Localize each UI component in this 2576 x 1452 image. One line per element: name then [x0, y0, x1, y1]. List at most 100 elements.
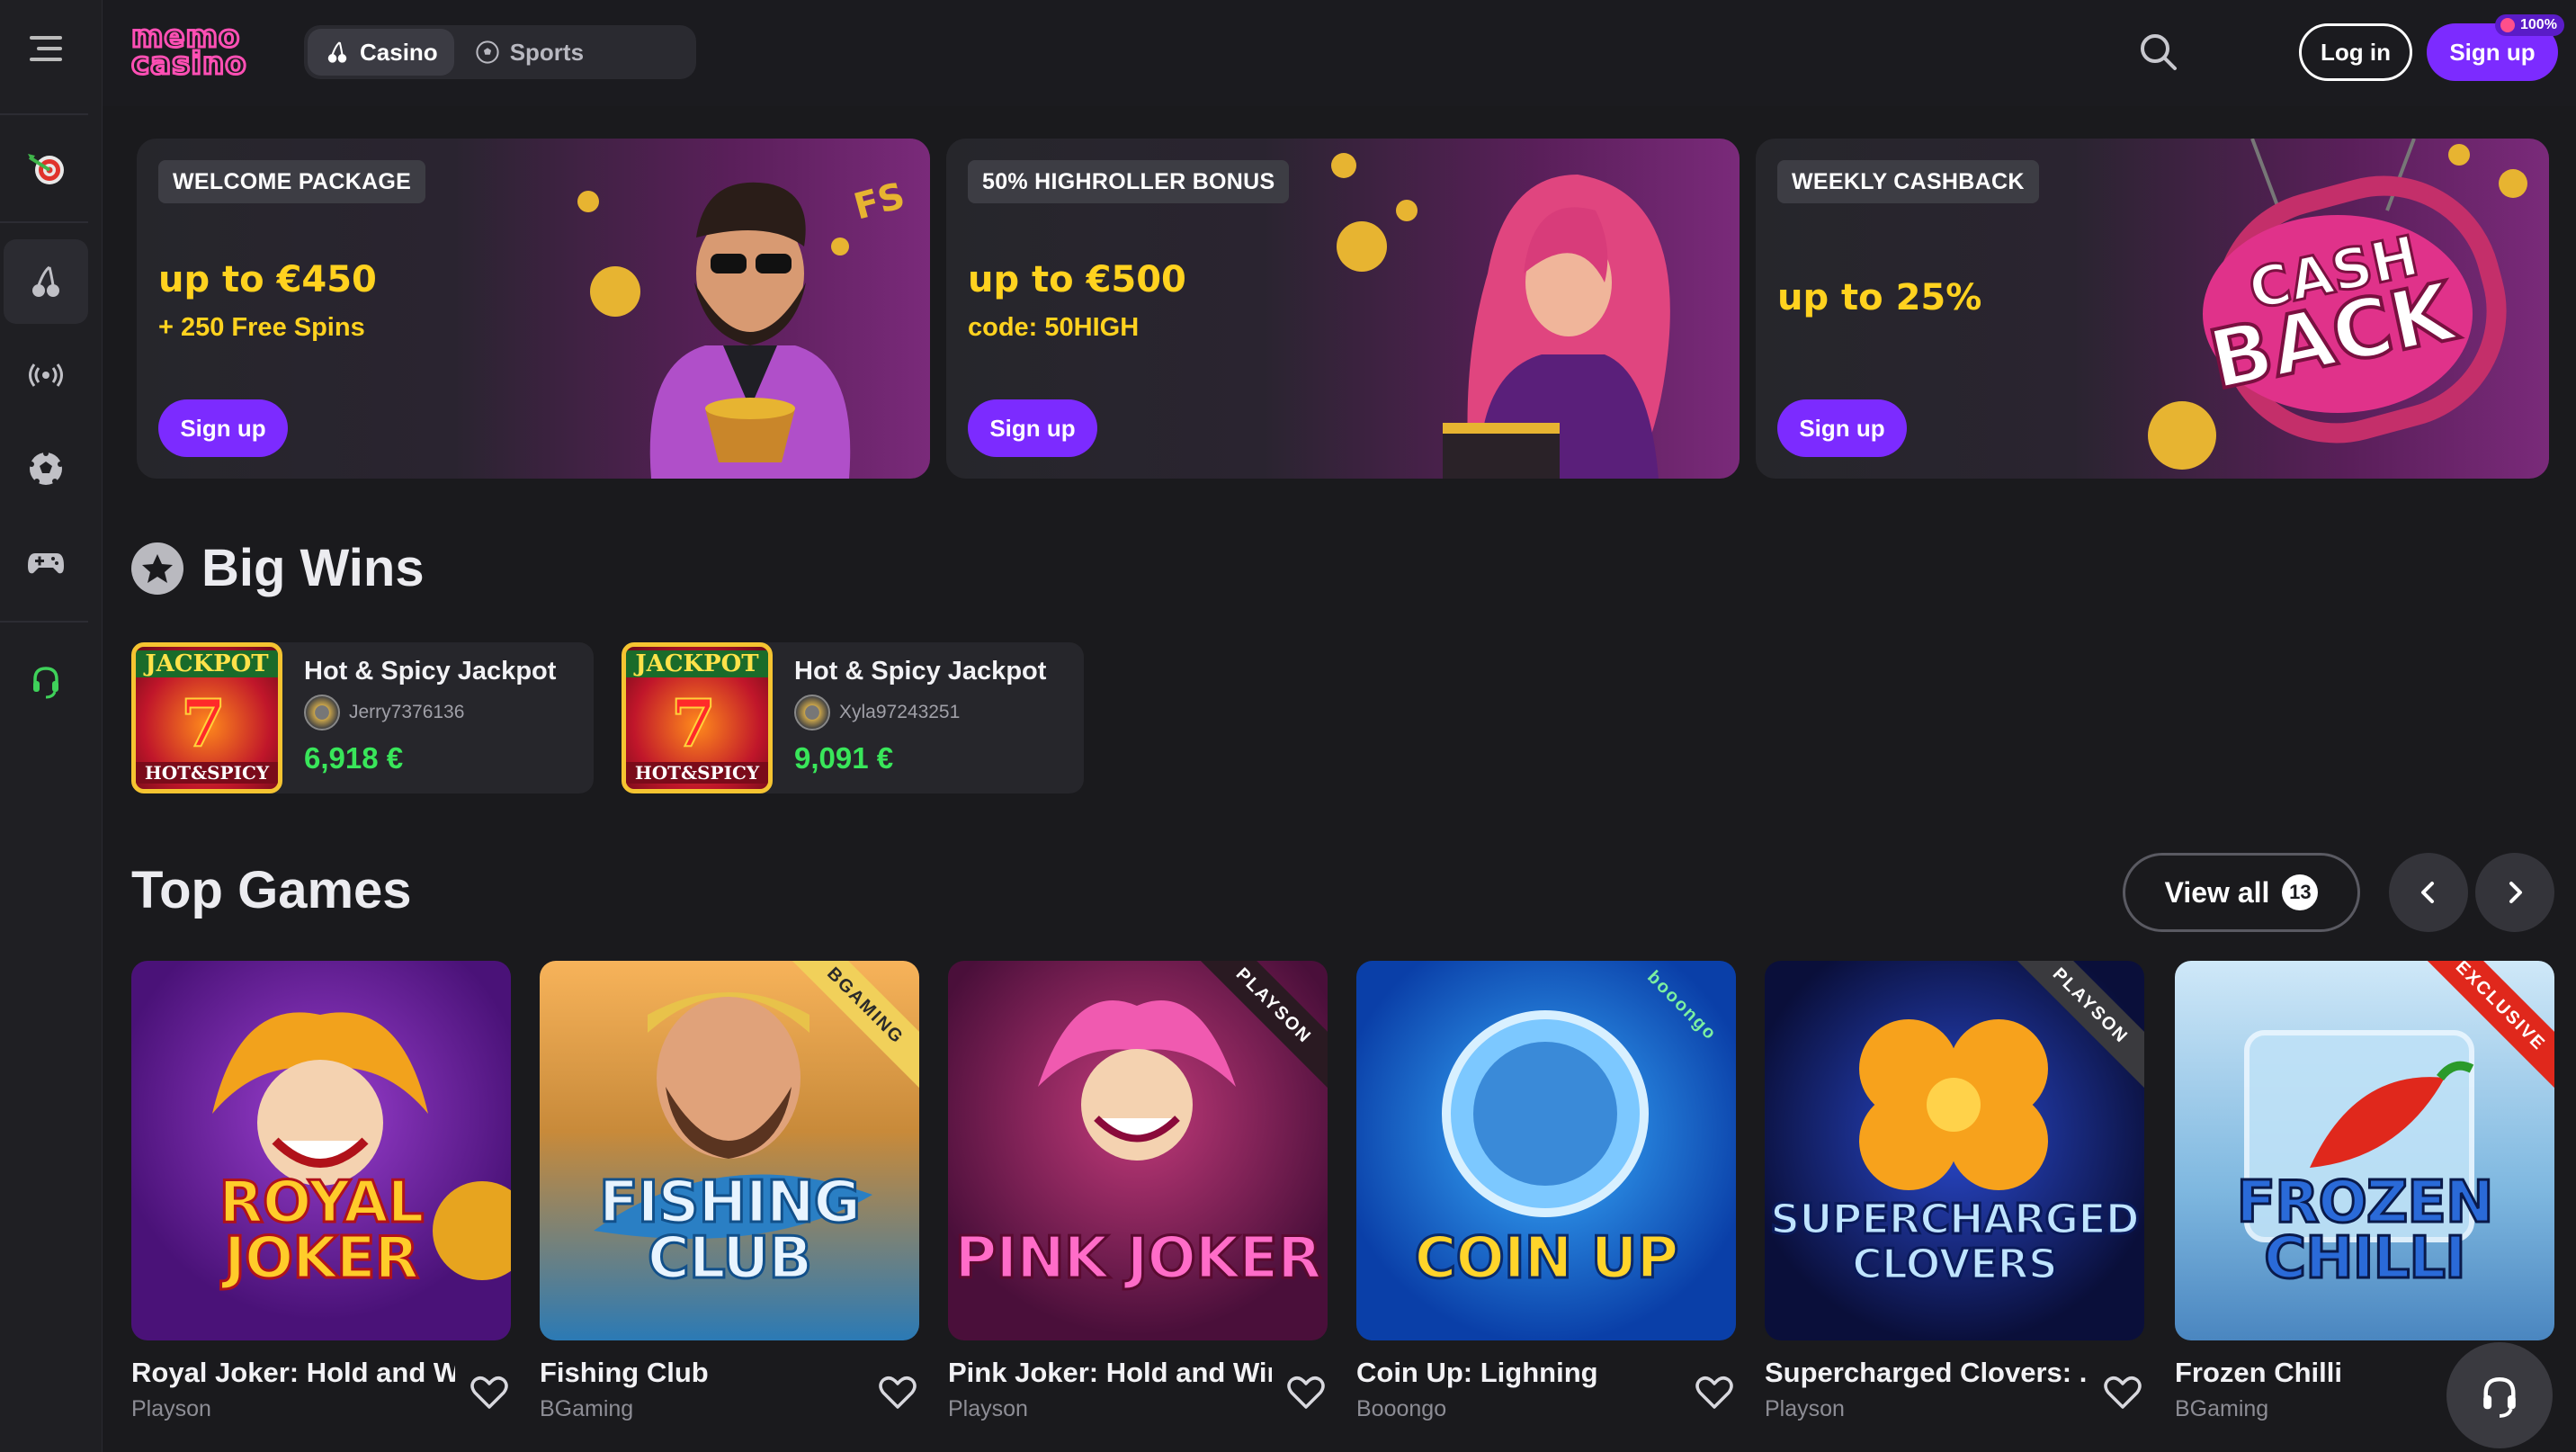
promo-card-highroller[interactable]: 50% HIGHROLLER BONUS up to €500 code: 50… — [946, 139, 1740, 479]
game-art-title: COIN UP — [1413, 1225, 1680, 1292]
heart-icon[interactable] — [2101, 1371, 2144, 1414]
gamepad-icon — [28, 553, 64, 574]
game-name: Supercharged Clovers: ... — [1765, 1357, 2089, 1388]
tab-sports[interactable]: Sports — [458, 29, 600, 76]
promo-card-cashback[interactable]: CASH BACK WEEKLY CASHBACK up to 25% Sign… — [1756, 139, 2549, 479]
chevron-right-icon — [2509, 882, 2522, 903]
tab-sports-label: Sports — [509, 38, 585, 66]
game-provider: BGaming — [540, 1396, 634, 1421]
game-provider: Booongo — [1356, 1396, 1447, 1421]
memo-casino-logo[interactable]: memo casino — [130, 21, 248, 82]
sidebar-item-esports[interactable] — [4, 520, 88, 605]
win-username: Jerry7376136 — [349, 702, 465, 722]
cherries-icon — [32, 265, 59, 297]
game-thumbnail: EXCLUSIVE FROZEN CHILLI — [2175, 961, 2554, 1340]
game-art-title: ROYAL JOKER — [218, 1170, 425, 1292]
game-name: Fishing Club — [540, 1357, 709, 1388]
game-provider: Playson — [948, 1396, 1028, 1421]
game-card[interactable]: PLAYSON PINK JOKER Pink Joker: Hold and … — [948, 961, 1328, 1422]
headset-icon — [33, 667, 58, 699]
win-amount: 6,918 € — [304, 741, 404, 775]
view-all-label: View all — [2164, 875, 2270, 909]
live-broadcast-icon — [29, 363, 63, 387]
svg-text:FS: FS — [850, 175, 909, 229]
games-count-badge: 13 — [2282, 874, 2319, 910]
game-thumbnail: PLAYSON PINK JOKER — [948, 961, 1328, 1340]
game-art-title: FROZEN CHILLI — [2235, 1170, 2495, 1292]
carousel-prev-button[interactable] — [2389, 853, 2468, 932]
game-name: Pink Joker: Hold and Win — [948, 1357, 1272, 1388]
game-card[interactable]: booongo COIN UP Coin Up: Lighning Booong… — [1356, 961, 1736, 1422]
sidebar-item-casino[interactable] — [4, 239, 88, 324]
live-support-button[interactable] — [2446, 1342, 2553, 1448]
game-card[interactable]: PLAYSON SUPERCHARGED CLOVERS Supercharge… — [1765, 961, 2144, 1422]
promo-amount: up to 25% — [1777, 277, 1982, 318]
game-art-title: PINK JOKER — [953, 1225, 1323, 1292]
avatar — [794, 695, 830, 730]
sidebar — [0, 0, 103, 1452]
win-username: Xyla97243251 — [839, 702, 961, 722]
promo-card-welcome[interactable]: FS WELCOME PACKAGE up to €450 + 250 Free… — [137, 139, 930, 479]
win-amount: 9,091 € — [794, 741, 894, 775]
signup-bonus-badge: 100% — [2495, 14, 2564, 36]
thumb-hot-spicy-label: HOT&SPICY — [626, 762, 768, 784]
game-thumbnail: JACKPOT 7 HOT&SPICY — [622, 642, 773, 793]
win-user: Jerry7376136 — [304, 695, 464, 730]
app-root: memo casino Casino Sports Log in Sign up… — [0, 0, 2576, 1452]
big-win-card[interactable]: JACKPOT 7 HOT&SPICY Hot & Spicy Jackpot … — [622, 642, 1084, 793]
top-header: memo casino Casino Sports Log in Sign up… — [103, 0, 2576, 106]
cherries-icon — [327, 41, 347, 63]
win-game-name: Hot & Spicy Jackpot — [304, 657, 557, 686]
game-name: Royal Joker: Hold and W... — [131, 1357, 455, 1388]
game-card[interactable]: BGAMING FISHING CLUB Fishing Club BGamin… — [540, 961, 919, 1422]
promo-signup-button[interactable]: Sign up — [968, 399, 1097, 457]
promo-art-highroller — [1308, 139, 1740, 479]
big-win-card[interactable]: JACKPOT 7 HOT&SPICY Hot & Spicy Jackpot … — [131, 642, 594, 793]
sidebar-item-promotions[interactable] — [4, 126, 88, 211]
promo-subtitle: code: 50HIGH — [968, 313, 1140, 342]
game-thumbnail: BGAMING FISHING CLUB — [540, 961, 919, 1340]
promo-amount: up to €500 — [968, 259, 1186, 300]
tab-casino-label: Casino — [360, 38, 438, 66]
heart-icon[interactable] — [1693, 1371, 1736, 1414]
sidebar-divider — [0, 221, 88, 223]
game-thumbnail: PLAYSON SUPERCHARGED CLOVERS — [1765, 961, 2144, 1340]
sidebar-divider — [0, 113, 88, 115]
promo-tag: 50% HIGHROLLER BONUS — [968, 160, 1290, 203]
heart-icon[interactable] — [468, 1371, 511, 1414]
promo-tag: WELCOME PACKAGE — [158, 160, 426, 203]
dart-target-icon — [28, 154, 64, 184]
sidebar-item-sports[interactable] — [4, 426, 88, 511]
promo-signup-button[interactable]: Sign up — [1777, 399, 1907, 457]
mode-switch: Casino Sports — [304, 25, 696, 79]
tab-casino[interactable]: Casino — [308, 29, 454, 76]
game-name: Coin Up: Lighning — [1356, 1357, 1598, 1388]
game-art-title: FISHING CLUB — [597, 1170, 862, 1292]
thumb-jackpot-label: JACKPOT — [626, 650, 768, 677]
thumb-hot-spicy-label: HOT&SPICY — [136, 762, 278, 784]
win-user: Xyla97243251 — [794, 695, 960, 730]
thumb-jackpot-label: JACKPOT — [136, 650, 278, 677]
menu-icon[interactable] — [30, 36, 62, 61]
logo-line-2: casino — [130, 46, 248, 82]
promo-signup-button[interactable]: Sign up — [158, 399, 288, 457]
game-provider: Playson — [131, 1396, 211, 1421]
game-card[interactable]: ROYAL JOKER Royal Joker: Hold and W... P… — [131, 961, 511, 1422]
avatar — [304, 695, 340, 730]
carousel-next-button[interactable] — [2475, 853, 2554, 932]
heart-icon[interactable] — [876, 1371, 919, 1414]
headset-icon — [2483, 1376, 2516, 1418]
top-games-title: Top Games — [131, 861, 412, 919]
game-provider: Playson — [1765, 1396, 1845, 1421]
heart-icon[interactable] — [1284, 1371, 1328, 1414]
game-thumbnail: ROYAL JOKER — [131, 961, 511, 1340]
seven-icon: 7 — [180, 684, 227, 762]
sidebar-item-live[interactable] — [4, 333, 88, 417]
promo-art-welcome: FS — [498, 139, 930, 479]
promo-art-cashback: CASH BACK — [2117, 139, 2549, 479]
login-button[interactable]: Log in — [2299, 23, 2412, 81]
game-art-title: SUPERCHARGED CLOVERS — [1769, 1195, 2142, 1288]
sidebar-item-support[interactable] — [4, 639, 88, 723]
search-icon[interactable] — [2137, 31, 2180, 74]
view-all-button[interactable]: View all 13 — [2123, 853, 2360, 932]
